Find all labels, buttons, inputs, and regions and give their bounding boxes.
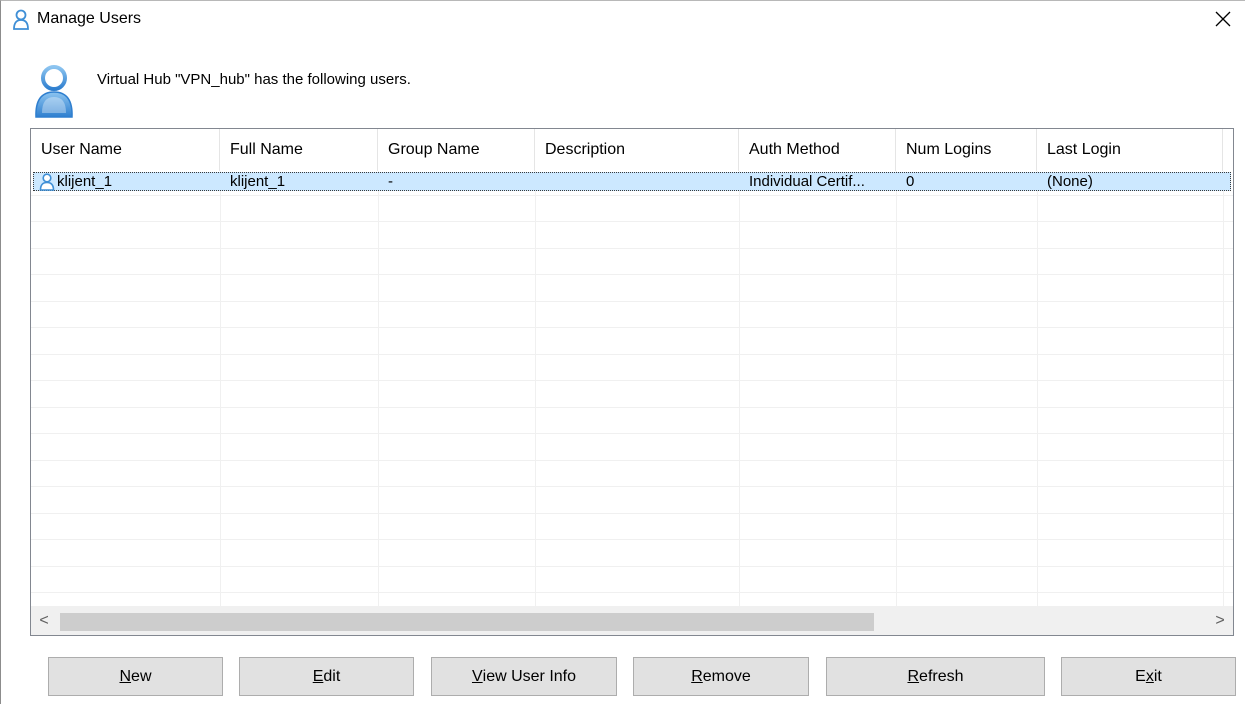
grid-line <box>31 301 1233 302</box>
grid-line <box>31 486 1233 487</box>
grid-line <box>31 327 1233 328</box>
remove-button[interactable]: Remove <box>633 657 809 696</box>
refresh-button[interactable]: Refresh <box>826 657 1045 696</box>
grid-line <box>378 171 379 607</box>
grid-line <box>31 354 1233 355</box>
column-header-group-name[interactable]: Group Name <box>378 129 535 171</box>
grid-line <box>535 171 536 607</box>
grid-line <box>31 539 1233 540</box>
chevron-left-icon: < <box>39 612 49 629</box>
grid-line <box>31 407 1233 408</box>
grid-line <box>220 171 221 607</box>
grid-line <box>31 566 1233 567</box>
column-header-user-name[interactable]: User Name <box>31 129 220 171</box>
cell-num-logins: 0 <box>906 173 915 190</box>
chevron-right-icon: > <box>1215 612 1225 629</box>
exit-button[interactable]: Ex it <box>1061 657 1236 696</box>
cell-description <box>536 173 740 190</box>
grid-line <box>31 380 1233 381</box>
column-header-description[interactable]: Description <box>535 129 739 171</box>
column-header-auth-method[interactable]: Auth Method <box>739 129 896 171</box>
close-icon <box>1215 11 1231 27</box>
users-grid: User Name Full Name Group Name Descripti… <box>31 129 1233 607</box>
grid-line <box>31 513 1233 514</box>
grid-line <box>739 171 740 607</box>
title-bar: Manage Users <box>1 1 1245 35</box>
cell-last-login: (None) <box>1047 173 1093 190</box>
grid-line <box>31 274 1233 275</box>
cell-auth-method: Individual Certif... <box>749 173 865 190</box>
column-header-last-login[interactable]: Last Login <box>1037 129 1223 171</box>
column-header-full-name[interactable]: Full Name <box>220 129 378 171</box>
column-header-num-logins[interactable]: Num Logins <box>896 129 1037 171</box>
grid-line <box>31 592 1233 593</box>
scroll-thumb[interactable] <box>60 613 874 631</box>
window-title: Manage Users <box>37 10 142 27</box>
grid-line <box>31 221 1233 222</box>
grid-line <box>896 171 897 607</box>
header-description: Virtual Hub "VPN_hub" has the following … <box>97 71 411 88</box>
edit-button[interactable]: Edit <box>239 657 414 696</box>
users-header-icon <box>35 65 73 118</box>
grid-line <box>31 248 1233 249</box>
cell-group-name: - <box>388 173 393 190</box>
table-row[interactable]: klijent_1 klijent_1 - Individual Certif.… <box>33 172 1231 191</box>
new-button[interactable]: New <box>48 657 223 696</box>
grid-line <box>31 460 1233 461</box>
horizontal-scrollbar[interactable]: < > <box>31 606 1233 635</box>
manage-users-dialog: Manage Users Virtual Hub "VPN_hub" has t… <box>0 0 1245 704</box>
view-user-info-button[interactable]: View User Info <box>431 657 617 696</box>
scroll-left-button[interactable]: < <box>31 607 57 635</box>
close-button[interactable] <box>1203 4 1243 34</box>
users-list[interactable]: User Name Full Name Group Name Descripti… <box>30 128 1234 636</box>
scroll-right-button[interactable]: > <box>1207 607 1233 635</box>
cell-full-name: klijent_1 <box>230 173 286 190</box>
user-icon <box>13 9 29 30</box>
grid-line <box>31 195 1233 196</box>
grid-line <box>1223 171 1224 607</box>
cell-user-name: klijent_1 <box>57 173 113 190</box>
grid-line <box>31 433 1233 434</box>
grid-line <box>1037 171 1038 607</box>
